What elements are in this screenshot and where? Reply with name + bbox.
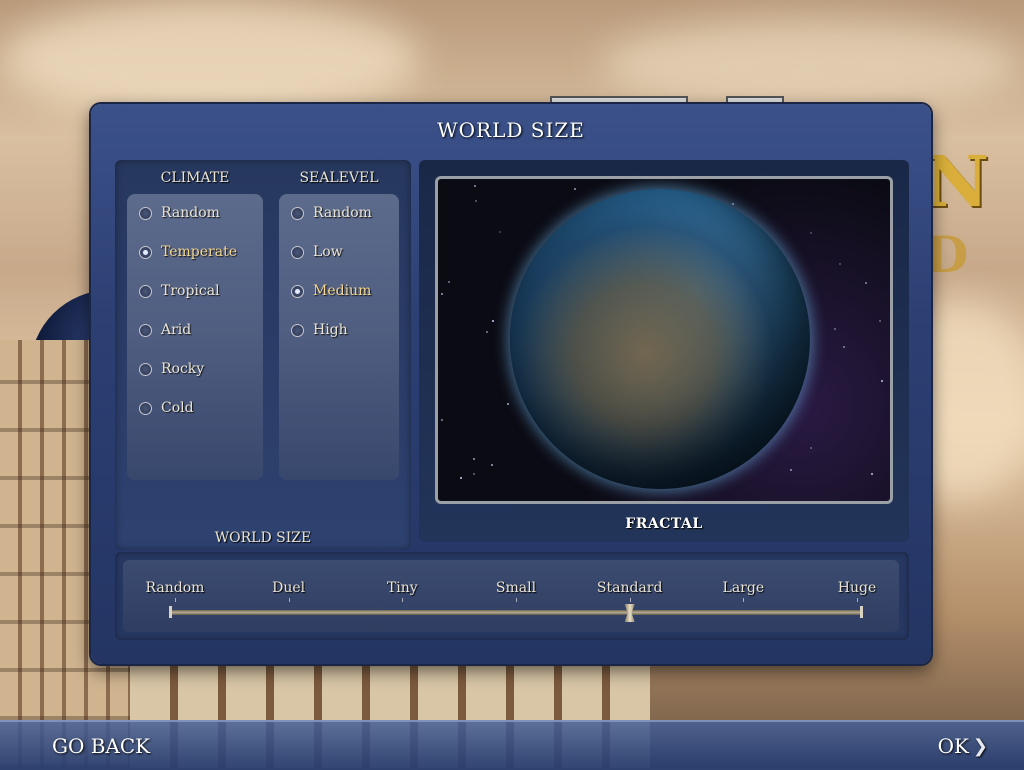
ok-button-label: OK	[937, 734, 969, 758]
planet-preview	[435, 176, 893, 504]
sealevel-option-low[interactable]: Low	[291, 240, 343, 264]
star-dot	[491, 464, 493, 466]
star-dot	[574, 188, 576, 190]
climate-option-label: Cold	[161, 400, 194, 416]
world-size-tick-mark	[743, 598, 745, 602]
star-dot	[499, 231, 501, 233]
world-size-tick-mark	[175, 598, 176, 602]
star-dot	[871, 473, 873, 475]
climate-option-random[interactable]: Random	[139, 201, 220, 225]
sealevel-list: Random Low Medium High	[279, 194, 399, 480]
sealevel-header: SEALEVEL	[299, 170, 379, 186]
climate-option-arid[interactable]: Arid	[139, 318, 191, 342]
radio-button-icon[interactable]	[139, 323, 152, 337]
world-size-tick-mark	[402, 598, 404, 602]
map-type-label: FRACTAL	[625, 516, 703, 532]
sealevel-option-label: Random	[313, 205, 372, 221]
star-dot	[441, 419, 443, 421]
options-panel: CLIMATE Random Temperate Tropical Arid Rocky…	[115, 160, 411, 550]
climate-option-temperate[interactable]: Temperate	[139, 240, 237, 264]
star-dot	[865, 282, 867, 284]
star-dot	[474, 185, 476, 187]
radio-button-icon[interactable]	[139, 401, 152, 415]
star-dot	[473, 458, 475, 460]
radio-button-icon[interactable]	[139, 245, 152, 259]
slider-start-cap	[169, 606, 172, 618]
world-size-label: WORLD SIZE	[214, 530, 312, 546]
climate-option-rocky[interactable]: Rocky	[139, 357, 204, 381]
planet-image	[510, 189, 810, 489]
climate-list: Random Temperate Tropical Arid Rocky Cold	[127, 194, 263, 480]
sealevel-option-label: Medium	[313, 283, 372, 299]
background-logo-image: D	[925, 225, 969, 284]
star-dot	[486, 331, 488, 333]
bottom-bar: GO BACK OK ❯	[0, 720, 1024, 770]
sealevel-option-medium[interactable]: Medium	[291, 279, 371, 303]
star-dot	[492, 320, 494, 322]
world-size-tick-mark	[288, 598, 290, 602]
world-size-option-large[interactable]: Large	[698, 580, 788, 596]
star-dot	[441, 293, 443, 295]
world-size-slider-area: Random Duel Tiny Small Standard Large Huge	[123, 560, 899, 632]
climate-option-label: Tropical	[161, 283, 220, 299]
star-dot	[475, 200, 477, 202]
background-logo-image: N	[925, 140, 989, 223]
world-size-tick-mark	[629, 598, 631, 602]
dialog-title: WORLD SIZE	[437, 118, 585, 142]
climate-option-label: Temperate	[161, 244, 238, 260]
star-dot	[473, 473, 475, 475]
star-dot	[881, 380, 883, 382]
star-dot	[460, 477, 462, 479]
radio-button-icon[interactable]	[139, 284, 152, 298]
sealevel-option-label: High	[313, 322, 348, 338]
climate-option-cold[interactable]: Cold	[139, 396, 194, 420]
star-dot	[810, 447, 812, 449]
star-dot	[839, 263, 841, 265]
world-size-panel: Random Duel Tiny Small Standard Large Huge	[115, 552, 909, 640]
climate-option-label: Rocky	[161, 361, 205, 377]
sealevel-option-label: Low	[313, 244, 343, 260]
star-dot	[834, 328, 836, 330]
sealevel-option-random[interactable]: Random	[291, 201, 372, 225]
radio-button-icon[interactable]	[139, 362, 152, 376]
climate-option-tropical[interactable]: Tropical	[139, 279, 220, 303]
chevron-right-icon: ❯	[972, 735, 988, 757]
go-back-button[interactable]: GO BACK	[52, 734, 150, 758]
slider-end-cap	[860, 606, 863, 618]
star-dot	[810, 232, 812, 234]
radio-button-icon[interactable]	[291, 284, 304, 298]
world-size-option-duel[interactable]: Duel	[244, 580, 334, 596]
star-dot	[507, 403, 509, 405]
world-size-option-small[interactable]: Small	[471, 580, 561, 596]
radio-button-icon[interactable]	[291, 245, 304, 259]
world-size-option-huge[interactable]: Huge	[812, 580, 902, 596]
climate-header: CLIMATE	[160, 170, 230, 186]
radio-button-icon[interactable]	[291, 323, 304, 337]
star-dot	[448, 281, 450, 283]
radio-button-icon[interactable]	[291, 206, 304, 220]
climate-option-label: Random	[161, 205, 220, 221]
ok-button[interactable]: OK ❯	[938, 734, 988, 758]
world-size-option-standard[interactable]: Standard	[585, 580, 675, 596]
star-dot	[732, 203, 734, 205]
world-size-option-random[interactable]: Random	[130, 580, 220, 596]
star-dot	[879, 320, 881, 322]
climate-option-label: Arid	[161, 322, 192, 338]
radio-button-icon[interactable]	[139, 206, 152, 220]
preview-panel: FRACTAL	[419, 160, 909, 542]
background-cloud	[0, 0, 420, 120]
sealevel-option-high[interactable]: High	[291, 318, 348, 342]
world-size-dialog: WORLD SIZE CLIMATE Random Temperate Tropic…	[91, 104, 931, 664]
world-size-tick-mark	[516, 598, 517, 602]
star-dot	[843, 346, 845, 348]
world-size-slider-track[interactable]	[171, 610, 863, 615]
world-size-option-tiny[interactable]: Tiny	[357, 580, 447, 596]
world-size-tick-mark	[857, 598, 858, 602]
star-dot	[790, 469, 792, 471]
